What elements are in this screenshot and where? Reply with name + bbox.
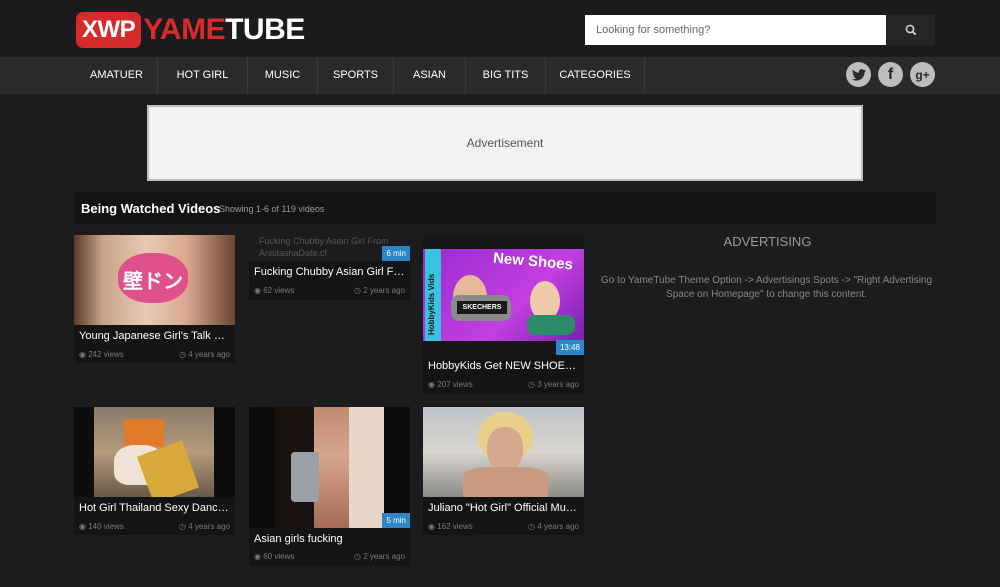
video-card[interactable]: Hot Girl Thailand Sexy Dance ... ◉ 140 v… [74,407,235,535]
nav-item-big-tits[interactable]: BIG TITS [466,57,546,94]
clock-icon: ◷ [178,350,189,359]
video-thumbnail[interactable]: 壁ドン [74,235,235,325]
video-age: ◷ 4 years ago [527,522,579,531]
eye-icon: ◉ [79,350,89,359]
thumbnail-brand: SKECHERS [457,301,507,314]
video-thumbnail[interactable]: HobbyKids Vids New Shoes SKECHERS 13:48 [423,235,584,355]
video-meta: ◉ 242 views ◷ 4 years ago [74,347,235,364]
video-thumbnail[interactable] [74,407,235,497]
duration-badge: 5 min [382,513,410,528]
clock-icon: ◷ [527,522,538,531]
video-meta: ◉ 162 views ◷ 4 years ago [423,519,584,536]
video-card[interactable]: 5 min Asian girls fucking ◉ 60 views ◷ 2… [249,407,410,566]
clock-icon: ◷ [353,286,364,295]
facebook-icon[interactable]: f [878,62,903,87]
advertisement-label: Advertisement [466,136,544,150]
video-meta: ◉ 140 views ◷ 4 years ago [74,519,235,536]
twitter-icon[interactable] [846,62,871,87]
video-views: ◉ 140 views [79,522,124,531]
video-title[interactable]: Fucking Chubby Asian Girl Fro... [249,261,410,283]
video-views: ◉ 62 views [254,286,295,295]
video-age: ◷ 2 years ago [353,286,405,295]
video-card[interactable]: Juliano "Hot Girl" Official Music ... ◉ … [423,407,584,535]
video-card[interactable]: Fucking Chubby Asian Girl From Anistasha… [249,235,410,300]
video-age: ◷ 4 years ago [178,522,230,531]
search-button[interactable] [886,15,935,45]
sidebar-advertising-title: ADVERTISING [723,234,812,249]
nav-item-hot-girl[interactable]: HOT GIRL [158,57,248,94]
duration-badge: 6 min [382,246,410,261]
video-age: ◷ 3 years ago [527,380,579,389]
thumbnail-side-label: HobbyKids Vids [427,273,436,335]
video-title[interactable]: Juliano "Hot Girl" Official Music ... [423,497,584,519]
video-views: ◉ 60 views [254,552,295,561]
video-age: ◷ 2 years ago [353,552,405,561]
video-views: ◉ 242 views [79,350,124,359]
nav-item-amatuer[interactable]: AMATUER [76,57,158,94]
logo-box-text: XWP [76,11,142,48]
eye-icon: ◉ [428,380,438,389]
video-card[interactable]: 壁ドン Young Japanese Girl's Talk 壁ド... ◉ 2… [74,235,235,363]
section-count: Showing 1-6 of 119 videos [219,204,325,214]
video-meta: ◉ 207 views ◷ 3 years ago [423,377,584,394]
google-plus-icon[interactable]: g+ [910,62,935,87]
logo-tube-text: TUBE [225,12,305,46]
sidebar-advertising-text: Go to YameTube Theme Option -> Advertisi… [600,275,933,300]
nav-item-categories[interactable]: CATEGORIES [546,57,645,94]
video-meta: ◉ 60 views ◷ 2 years ago [249,549,410,566]
section-header: Being Watched Videos Showing 1-6 of 119 … [74,192,936,224]
eye-icon: ◉ [428,522,438,531]
thumbnail-caption: 壁ドン [123,271,183,293]
site-logo[interactable]: XWP YAME TUBE [76,11,305,48]
video-card[interactable]: HobbyKids Vids New Shoes SKECHERS 13:48 … [423,235,584,394]
search-icon [905,24,916,36]
video-views: ◉ 207 views [428,380,473,389]
video-thumbnail[interactable] [423,407,584,497]
video-title[interactable]: Hot Girl Thailand Sexy Dance ... [74,497,235,519]
nav-item-music[interactable]: MUSIC [248,57,318,94]
advertisement-banner[interactable]: Advertisement [147,105,863,181]
video-meta: ◉ 62 views ◷ 2 years ago [249,283,410,300]
duration-badge: 13:48 [555,340,584,355]
section-title: Being Watched Videos [81,201,221,216]
site-header: XWP YAME TUBE [0,0,1000,57]
nav-item-sports[interactable]: SPORTS [318,57,394,94]
eye-icon: ◉ [254,286,264,295]
video-title[interactable]: Young Japanese Girl's Talk 壁ド... [74,325,235,347]
video-thumbnail[interactable]: Fucking Chubby Asian Girl From Anistasha… [249,235,410,261]
search-input[interactable] [585,15,886,45]
video-thumbnail[interactable]: 5 min [249,407,410,528]
logo-yame-text: YAME [143,12,226,46]
eye-icon: ◉ [254,552,264,561]
clock-icon: ◷ [527,380,538,389]
video-views: ◉ 162 views [428,522,473,531]
clock-icon: ◷ [178,522,189,531]
nav-item-asian[interactable]: ASIAN [394,57,466,94]
video-age: ◷ 4 years ago [178,350,230,359]
video-title[interactable]: HobbyKids Get NEW SHOES Sk... [423,355,584,377]
clock-icon: ◷ [353,552,364,561]
video-title[interactable]: Asian girls fucking [249,529,410,549]
eye-icon: ◉ [79,522,89,531]
